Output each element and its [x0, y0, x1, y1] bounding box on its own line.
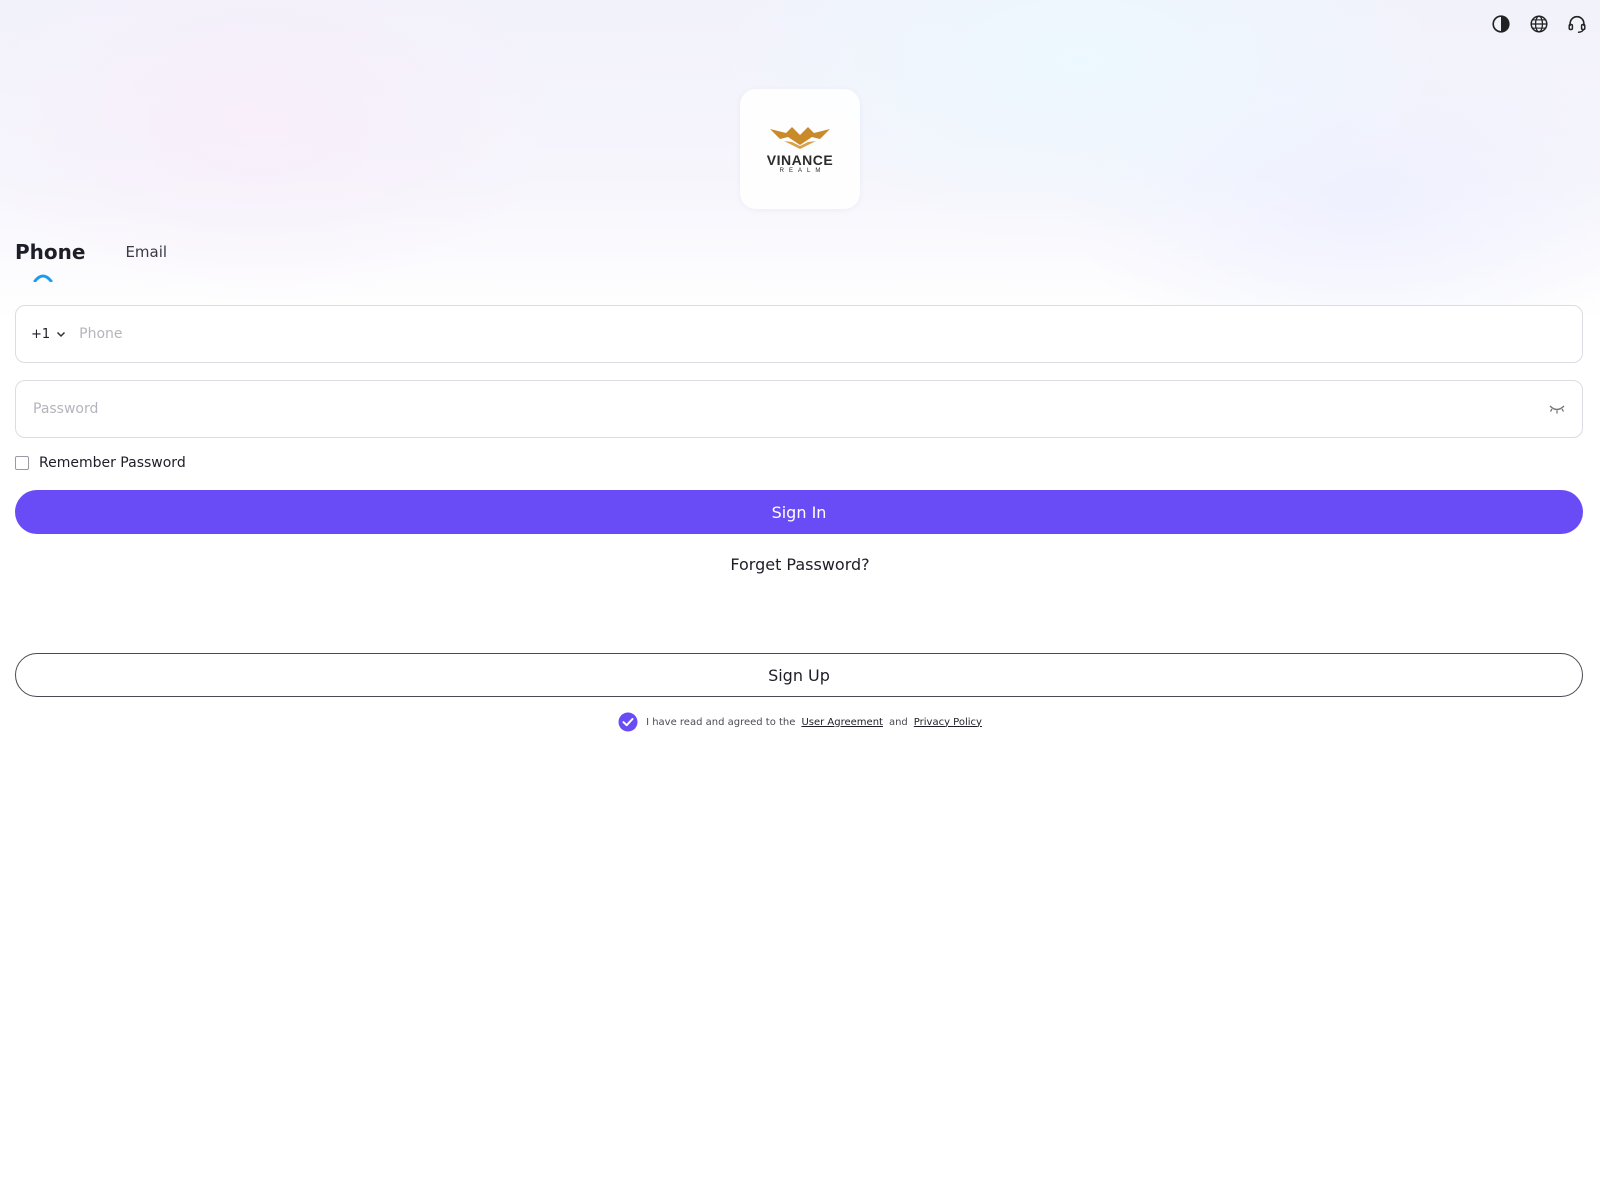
agreement-checkbox-checked-icon[interactable]	[618, 712, 638, 732]
agreement-and: and	[888, 716, 908, 728]
user-agreement-link[interactable]: User Agreement	[801, 717, 883, 728]
logo-name: VINANCE	[766, 152, 834, 168]
support-button[interactable]	[1564, 11, 1590, 37]
forget-password-row: Forget Password?	[0, 555, 1600, 574]
remember-password-label: Remember Password	[39, 455, 186, 471]
phone-input[interactable]	[77, 313, 1582, 355]
country-code-select[interactable]: +1	[31, 327, 67, 342]
sign-up-button[interactable]: Sign Up	[15, 653, 1583, 697]
password-visibility-toggle[interactable]	[1546, 398, 1568, 420]
logo-subtitle: REALM	[779, 168, 826, 174]
login-method-tabs: Phone Email	[15, 238, 167, 282]
forget-password-link[interactable]: Forget Password?	[730, 555, 869, 574]
eye-closed-icon	[1549, 405, 1565, 414]
phone-field: +1	[15, 305, 1583, 363]
privacy-policy-link[interactable]: Privacy Policy	[914, 717, 982, 728]
login-page: VINANCE REALM Phone Email +1 Phone Remem…	[0, 0, 1600, 1200]
theme-contrast-icon	[1492, 15, 1510, 33]
password-field	[15, 380, 1583, 438]
brand-logo: VINANCE REALM	[740, 89, 860, 209]
tab-phone[interactable]: Phone	[15, 238, 85, 266]
globe-language-icon	[1530, 15, 1548, 33]
agreement-row: I have read and agreed to the User Agree…	[0, 712, 1600, 732]
logo-emblem-icon	[770, 127, 830, 149]
headset-support-icon	[1568, 15, 1586, 33]
language-button[interactable]	[1526, 11, 1552, 37]
active-tab-indicator	[33, 274, 53, 282]
chevron-down-icon	[57, 331, 66, 338]
password-input[interactable]	[31, 388, 1546, 430]
theme-toggle-button[interactable]	[1488, 11, 1514, 37]
country-code-value: +1	[31, 326, 51, 342]
remember-password-checkbox[interactable]	[15, 456, 29, 470]
sign-in-button[interactable]: Sign In	[15, 490, 1583, 534]
top-toolbar	[1488, 11, 1590, 37]
agreement-prefix: I have read and agreed to the	[646, 716, 796, 728]
remember-password[interactable]: Remember Password	[15, 455, 186, 471]
tab-email[interactable]: Email	[125, 238, 167, 266]
